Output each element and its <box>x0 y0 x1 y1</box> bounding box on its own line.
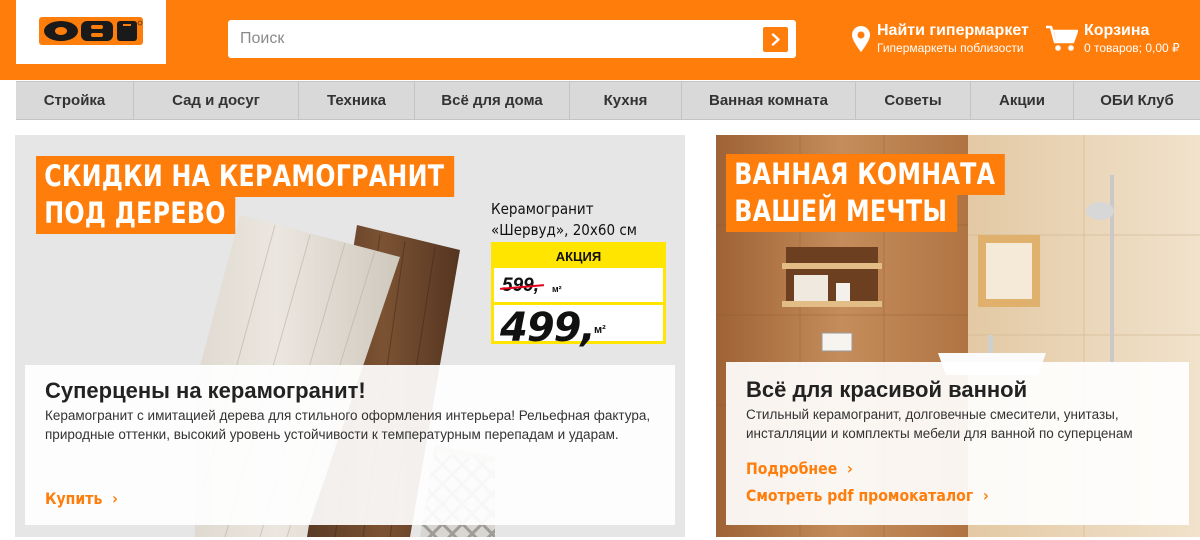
nav-item-kitchen[interactable]: Кухня <box>570 82 682 120</box>
search-input[interactable] <box>228 20 748 58</box>
promo-card-title: Всё для красивой ванной <box>746 377 1028 402</box>
nav-item-bathroom[interactable]: Ванная комната <box>682 82 856 120</box>
main-nav: Стройка Сад и досуг Техника Всё для дома… <box>16 81 1200 120</box>
promo-headline-2: ПОД ДЕРЕВО <box>36 193 236 234</box>
nav-item-obi-club[interactable]: ОБИ Клуб <box>1074 82 1200 120</box>
promo-card-text: Стильный керамогранит, долговечные смеси… <box>746 407 1133 441</box>
location-pin-icon <box>852 26 870 52</box>
sale-badge: АКЦИЯ <box>494 245 663 268</box>
site-header: Найти гипермаркет Гипермаркеты поблизост… <box>0 0 1200 80</box>
promo-banner-porcelain[interactable]: СКИДКИ НА КЕРАМОГРАНИТ ПОД ДЕРЕВО Керамо… <box>15 135 685 537</box>
logo-link[interactable] <box>16 0 166 64</box>
chevron-right-icon: › <box>107 489 118 508</box>
promo-headline-line2: ВАШЕЙ МЕЧТЫ <box>734 194 948 228</box>
search-bar <box>228 20 796 58</box>
promo-banner-bathroom[interactable]: ВАННАЯ КОМНАТА ВАШЕЙ МЕЧТЫ Всё для краси… <box>716 135 1200 537</box>
nav-item-garden[interactable]: Сад и досуг <box>134 82 299 120</box>
more-link[interactable]: Подробнее › <box>746 459 853 478</box>
obi-logo <box>39 17 143 45</box>
buy-link[interactable]: Купить › <box>45 489 118 508</box>
promo-card-text: Керамогранит с имитацией дерева для стил… <box>45 408 651 442</box>
nav-item-tips[interactable]: Советы <box>856 82 971 120</box>
more-link-label: Подробнее <box>746 459 838 478</box>
nav-item-stroyka[interactable]: Стройка <box>16 82 134 120</box>
store-finder-title: Найти гипермаркет <box>877 22 1029 39</box>
promo-headline-line1: СКИДКИ НА КЕРАМОГРАНИТ <box>44 159 445 193</box>
new-price: 499, <box>500 305 596 351</box>
old-price-unit: м² <box>552 284 562 294</box>
product-name-line2: «Шервуд», 20х60 см <box>491 221 637 239</box>
product-name-line1: Керамогранит <box>491 200 594 218</box>
promo-headline-2: ВАШЕЙ МЕЧТЫ <box>726 191 958 232</box>
promo-headline-line1: ВАННАЯ КОМНАТА <box>734 157 996 191</box>
promo-info-card: Всё для красивой ванной Стильный керамог… <box>726 362 1189 525</box>
promo-headline: СКИДКИ НА КЕРАМОГРАНИТ <box>36 156 455 197</box>
cart-icon <box>1046 25 1078 51</box>
promo-headline: ВАННАЯ КОМНАТА <box>726 154 1006 195</box>
nav-item-home[interactable]: Всё для дома <box>415 82 570 120</box>
nav-item-sales[interactable]: Акции <box>971 82 1074 120</box>
product-name: Керамогранит «Шервуд», 20х60 см <box>491 199 662 241</box>
search-button[interactable] <box>763 27 788 52</box>
old-price: 599, <box>499 275 545 297</box>
promo-info-card: Суперцены на керамогранит! Керамогранит … <box>25 365 675 525</box>
chevron-right-icon: › <box>978 486 989 505</box>
nav-item-technics[interactable]: Техника <box>299 82 415 120</box>
cart-summary: 0 товаров; 0,00 ₽ <box>1084 41 1180 55</box>
price-box: АКЦИЯ 599, м² 499, м² <box>491 242 666 351</box>
promo-card-title: Суперцены на керамогранит! <box>45 378 366 403</box>
cart-title: Корзина <box>1084 22 1150 39</box>
pdf-catalog-link[interactable]: Смотреть pdf промокаталог › <box>746 486 989 505</box>
chevron-right-icon <box>771 33 780 46</box>
promo-headline-line2: ПОД ДЕРЕВО <box>44 196 226 230</box>
buy-link-label: Купить <box>45 489 103 508</box>
chevron-right-icon: › <box>842 459 853 478</box>
new-price-unit: м² <box>594 324 606 336</box>
store-finder-subtitle: Гипермаркеты поблизости <box>877 41 1024 55</box>
pdf-catalog-link-label: Смотреть pdf промокаталог <box>746 486 974 505</box>
